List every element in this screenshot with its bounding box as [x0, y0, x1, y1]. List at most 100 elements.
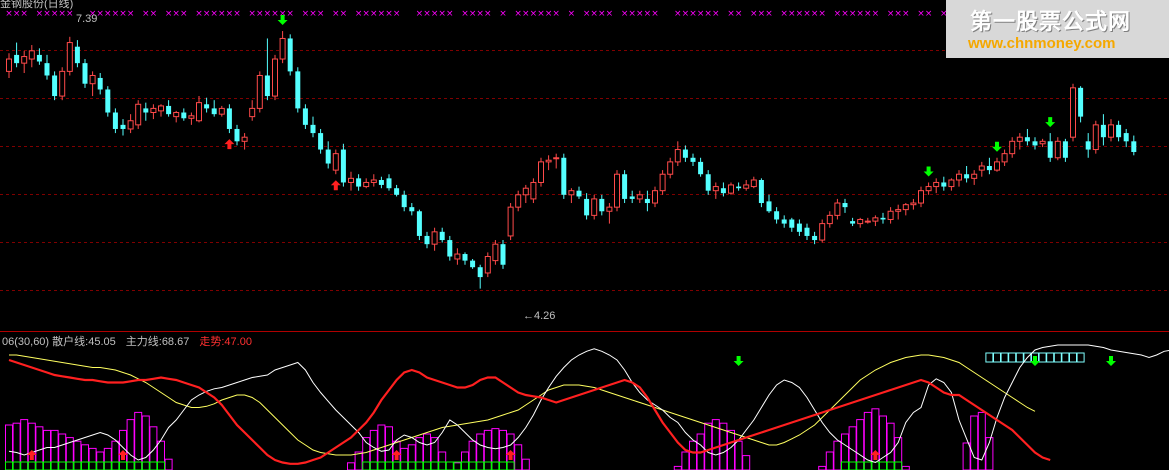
- green-zone-box: [856, 461, 865, 470]
- cyan-zone-box: [1069, 352, 1077, 363]
- green-zone-box: [81, 461, 89, 470]
- candle-body-up: [522, 187, 529, 196]
- signal-x-mark: ×: [537, 9, 545, 19]
- signal-x-mark: ×: [248, 9, 256, 19]
- candle-body-up: [826, 214, 833, 225]
- candle-body-up: [272, 58, 278, 97]
- signal-x-mark: ×: [522, 9, 530, 19]
- candle-body-up: [150, 107, 157, 114]
- candle-body-up: [173, 112, 180, 118]
- candle-body-down: [1032, 141, 1038, 146]
- sell-arrow-icon: [992, 141, 1002, 152]
- candle-body-down: [356, 178, 362, 187]
- candle-body-up: [872, 217, 879, 222]
- candle-body-up: [925, 186, 932, 192]
- histogram-bar: [164, 458, 173, 470]
- signal-x-mark: ×: [530, 9, 538, 19]
- signal-x-mark: ×: [704, 9, 712, 19]
- candle-body-up: [6, 58, 12, 72]
- signal-x-mark: ×: [469, 9, 477, 19]
- candle-body-down: [812, 235, 818, 241]
- histogram-bar: [833, 440, 842, 470]
- signal-x-mark: ×: [697, 9, 705, 19]
- candle-body-down: [1047, 141, 1053, 158]
- candle-body-down: [318, 133, 324, 150]
- candle-body-up: [1070, 87, 1076, 138]
- candle-body-up: [370, 179, 377, 183]
- histogram-bar: [58, 433, 67, 470]
- signal-x-mark: ×: [233, 9, 241, 19]
- candle-body-down: [682, 149, 688, 158]
- signal-x-mark: ×: [309, 9, 317, 19]
- signal-x-mark: ×: [150, 9, 158, 19]
- candle-body-up: [538, 161, 544, 183]
- window-title: 金钢股份(日线): [0, 0, 74, 10]
- cyan-zone-box: [1053, 352, 1062, 363]
- histogram-bar: [27, 422, 36, 470]
- signal-x-mark: ×: [370, 9, 378, 19]
- candle-body-down: [416, 211, 422, 236]
- trend-label: 走势:: [199, 336, 225, 348]
- candle-body-up: [956, 173, 962, 181]
- low-price-label: ←4.26: [523, 310, 556, 322]
- candle-body-up: [545, 159, 552, 163]
- candle-body-down: [439, 231, 445, 241]
- signal-x-mark: ×: [780, 9, 788, 19]
- candle-body-down: [584, 198, 590, 216]
- green-zone-box: [27, 461, 36, 470]
- candle-body-down: [204, 104, 210, 109]
- signal-x-mark: ×: [340, 9, 348, 19]
- candle-body-down: [462, 254, 468, 261]
- green-zone-box: [43, 461, 51, 470]
- signal-x-mark: ×: [172, 9, 180, 19]
- signal-x-mark: ×: [818, 9, 826, 19]
- histogram-bar: [476, 433, 485, 470]
- candle-body-up: [1039, 140, 1046, 145]
- candle-body-down: [378, 179, 384, 185]
- indicator-sell-arrow-icon: [1106, 356, 1116, 366]
- signal-x-mark: ×: [894, 9, 902, 19]
- green-zone-box: [483, 461, 492, 470]
- candle-body-down: [181, 112, 187, 119]
- candle-body-up: [249, 107, 256, 118]
- candle-body-up: [188, 115, 195, 119]
- signal-x-mark: ×: [917, 9, 925, 19]
- candle-body-down: [340, 149, 346, 183]
- indicator-zone-boxes: [5, 352, 1085, 470]
- histogram-bar: [149, 426, 158, 470]
- candle-body-down: [36, 54, 42, 62]
- candle-body-up: [728, 184, 734, 194]
- buy-arrow-icon: [224, 139, 235, 150]
- signal-x-mark: ×: [758, 9, 766, 19]
- cyan-zone-box: [1015, 352, 1024, 363]
- candle-body-down: [310, 124, 316, 134]
- green-zone-box: [430, 461, 439, 470]
- candle-body-up: [363, 181, 370, 188]
- signal-x-mark: ×: [317, 9, 325, 19]
- histogram-bar: [514, 444, 523, 470]
- indicator-sell-arrow-icon: [733, 356, 744, 366]
- signal-x-mark: ×: [841, 9, 849, 19]
- signal-x-mark: ×: [545, 9, 553, 19]
- candle-body-down: [1078, 87, 1084, 117]
- candle-body-down: [14, 54, 20, 64]
- retail-line-value: 45.05: [88, 336, 116, 348]
- candle-body-up: [1054, 140, 1061, 159]
- signal-x-mark: ×: [104, 9, 112, 19]
- candle-body-up: [59, 70, 66, 97]
- candle-body-up: [89, 74, 96, 85]
- indicator-name: 06(30,60): [2, 336, 50, 348]
- signal-x-mark: ×: [165, 9, 173, 19]
- signal-x-mark: ×: [302, 9, 310, 19]
- signal-x-mark: ×: [203, 9, 211, 19]
- cyan-zone-box: [1038, 352, 1047, 363]
- candle-body-up: [1001, 153, 1008, 163]
- histogram-bar: [423, 433, 431, 470]
- candle-body-up: [21, 56, 28, 64]
- signal-x-mark: ×: [887, 9, 895, 19]
- histogram-bar: [689, 440, 697, 470]
- histogram-bar: [453, 462, 462, 470]
- candle-body-up: [1092, 124, 1099, 151]
- histogram-bar: [863, 411, 872, 470]
- signal-arrows: [224, 15, 1056, 191]
